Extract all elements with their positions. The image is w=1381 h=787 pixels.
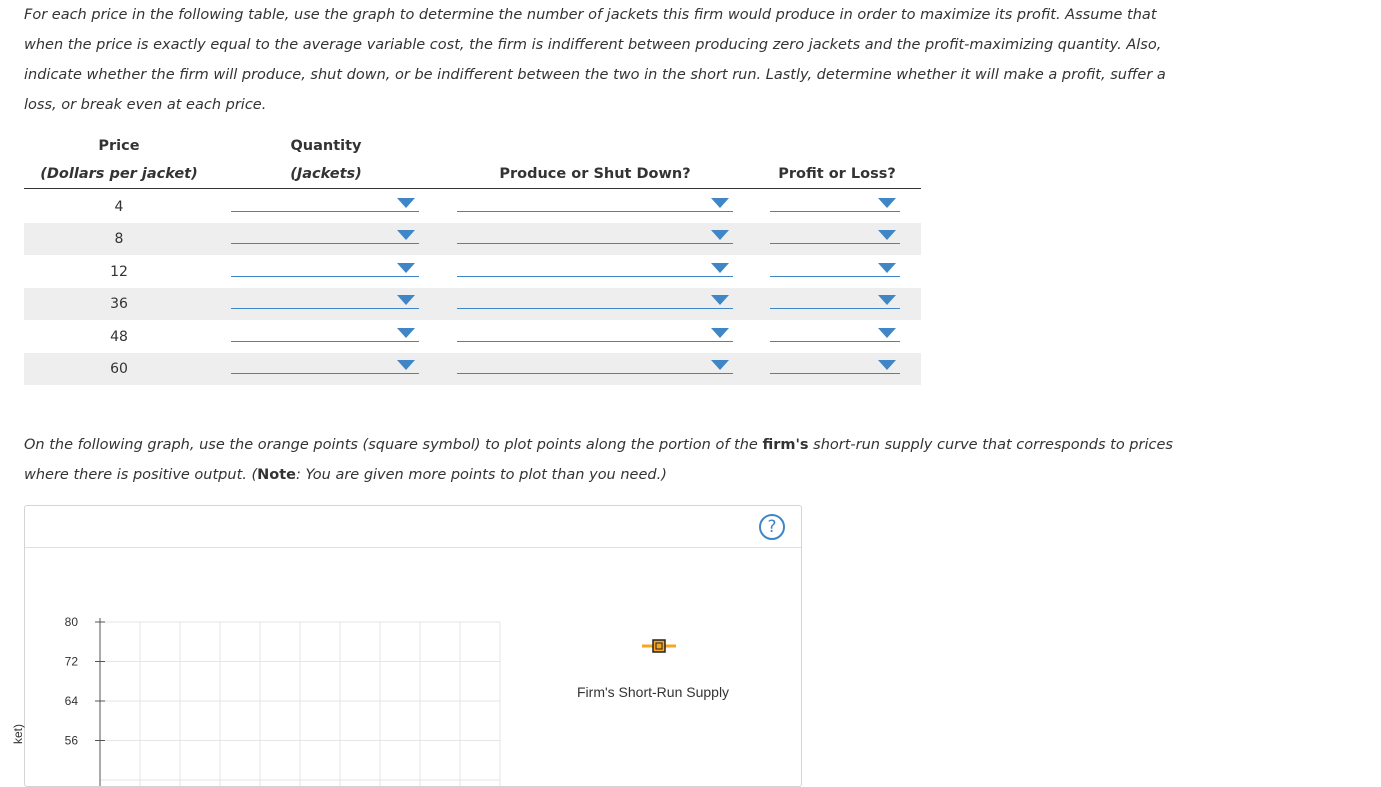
chevron-down-icon (711, 263, 729, 273)
instr-text-3: : You are given more points to plot than… (296, 467, 667, 483)
price-cell: 12 (110, 264, 128, 280)
intro-instructions: For each price in the following table, u… (24, 7, 1166, 113)
chevron-down-icon (878, 360, 896, 370)
profit-dropdown[interactable] (770, 321, 900, 342)
produce-dropdown[interactable] (457, 321, 733, 342)
chevron-down-icon (397, 230, 415, 240)
price-cell: 36 (110, 296, 128, 312)
price-cell: 8 (114, 231, 124, 247)
profit-dropdown[interactable] (770, 223, 900, 244)
chevron-down-icon (711, 295, 729, 305)
chevron-down-icon (878, 328, 896, 338)
graph-panel: ? 80 72 64 56 ket) Firm's Short-Run Supply (11, 505, 802, 787)
instr-firm-bold: firm's (762, 437, 809, 453)
produce-header: Produce or Shut Down? (499, 166, 691, 182)
profit-dropdown[interactable] (770, 353, 900, 374)
y-tick-label: 80 (65, 615, 79, 629)
table-row: 60 (24, 353, 921, 385)
chevron-down-icon (397, 360, 415, 370)
orange-square-inner (655, 642, 663, 650)
produce-dropdown[interactable] (457, 288, 733, 309)
y-axis: 80 72 64 56 (65, 615, 105, 786)
produce-dropdown[interactable] (457, 353, 733, 374)
quantity-dropdown[interactable] (231, 353, 419, 374)
chevron-down-icon (711, 198, 729, 208)
produce-dropdown[interactable] (457, 191, 733, 212)
header-rule (24, 188, 921, 189)
y-tick-label: 56 (65, 734, 79, 748)
supply-plot[interactable]: 80 72 64 56 (25, 506, 801, 786)
chevron-down-icon (878, 263, 896, 273)
y-axis-label: ket) (11, 723, 25, 744)
orange-square-point-tool[interactable] (642, 639, 676, 653)
y-tick-label: 72 (65, 655, 79, 669)
price-cell: 4 (114, 199, 124, 215)
chevron-down-icon (397, 263, 415, 273)
quantity-dropdown[interactable] (231, 191, 419, 212)
table-row: 4 (24, 191, 921, 223)
plot-grid (100, 621, 501, 786)
price-header: Price (98, 138, 140, 154)
price-unit-header: (Dollars per jacket) (40, 166, 198, 182)
table-row: 12 (24, 256, 921, 288)
chevron-down-icon (711, 230, 729, 240)
quantity-dropdown[interactable] (231, 223, 419, 244)
quantity-dropdown[interactable] (231, 321, 419, 342)
price-cell: 48 (110, 329, 128, 345)
chevron-down-icon (878, 230, 896, 240)
chevron-down-icon (397, 198, 415, 208)
table-row: 36 (24, 288, 921, 320)
chevron-down-icon (397, 328, 415, 338)
chevron-down-icon (711, 360, 729, 370)
quantity-dropdown[interactable] (231, 288, 419, 309)
quantity-dropdown[interactable] (231, 256, 419, 277)
graph-instructions: On the following graph, use the orange p… (24, 430, 1174, 490)
legend-label: Firm's Short-Run Supply (577, 684, 730, 700)
produce-dropdown[interactable] (457, 223, 733, 244)
profit-header: Profit or Loss? (778, 166, 896, 182)
table-row: 48 (24, 321, 921, 353)
chevron-down-icon (397, 295, 415, 305)
profit-dropdown[interactable] (770, 288, 900, 309)
chevron-down-icon (878, 295, 896, 305)
chevron-down-icon (711, 328, 729, 338)
price-cell: 60 (110, 361, 128, 377)
table-row: 8 (24, 223, 921, 255)
quantity-unit-header: (Jackets) (290, 166, 362, 182)
produce-dropdown[interactable] (457, 256, 733, 277)
quantity-header: Quantity (290, 138, 362, 154)
profit-dropdown[interactable] (770, 256, 900, 277)
instr-text-1: On the following graph, use the orange p… (24, 437, 763, 453)
profit-dropdown[interactable] (770, 191, 900, 212)
y-tick-label: 64 (65, 694, 79, 708)
instr-note-bold: Note (257, 467, 297, 483)
chevron-down-icon (878, 198, 896, 208)
